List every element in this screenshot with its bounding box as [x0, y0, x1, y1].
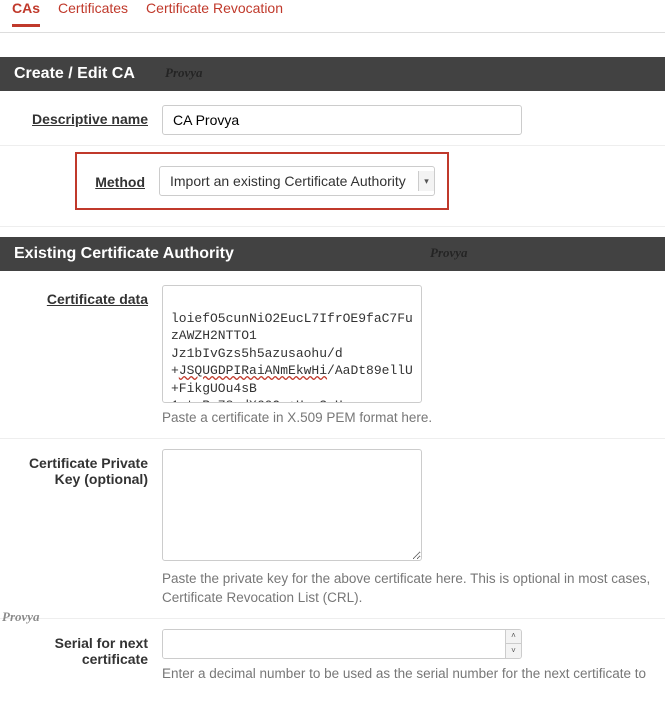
tab-bar: CAs Certificates Certificate Revocation — [0, 0, 665, 33]
method-highlight-box: Method Import an existing Certificate Au… — [75, 152, 449, 210]
watermark-icon: Provya — [430, 245, 468, 261]
descriptive-name-input[interactable] — [162, 105, 522, 135]
certificate-data-textarea[interactable]: loiefO5cunNiO2EucL7IfrOE9faC7FuzAWZH2NTT… — [162, 285, 422, 403]
method-select-value: Import an existing Certificate Authority — [160, 167, 418, 195]
method-label: Method — [77, 172, 159, 190]
panel-existing-ca: Existing Certificate Authority Provya Ce… — [0, 237, 665, 704]
serial-step-up-icon[interactable]: ˄ — [506, 630, 521, 645]
serial-input[interactable] — [163, 630, 505, 658]
descriptive-name-label: Descriptive name — [6, 105, 162, 127]
method-select[interactable]: Import an existing Certificate Authority… — [159, 166, 435, 196]
private-key-textarea[interactable] — [162, 449, 422, 561]
serial-label: Serial for next certificate — [6, 629, 162, 667]
serial-input-wrap: ˄ ˅ — [162, 629, 522, 659]
panel-create-title: Create / Edit CA — [14, 65, 135, 82]
tab-cas[interactable]: CAs — [12, 0, 40, 27]
private-key-label: Certificate Private Key (optional) — [6, 449, 162, 487]
panel-create-edit-ca: Create / Edit CA Provya Descriptive name… — [0, 57, 665, 237]
certificate-data-label: Certificate data — [6, 285, 162, 307]
serial-help: Enter a decimal number to be used as the… — [162, 665, 659, 684]
tab-certificate-revocation[interactable]: Certificate Revocation — [146, 0, 283, 26]
panel-existing-header: Existing Certificate Authority Provya — [0, 237, 665, 271]
watermark-icon: Provya — [165, 65, 203, 81]
serial-step-down-icon[interactable]: ˅ — [506, 644, 521, 658]
private-key-help: Paste the private key for the above cert… — [162, 570, 659, 608]
tab-certificates[interactable]: Certificates — [58, 0, 128, 26]
certificate-data-help: Paste a certificate in X.509 PEM format … — [162, 409, 659, 428]
panel-existing-title: Existing Certificate Authority — [14, 245, 234, 262]
watermark-icon: Provya — [2, 609, 40, 625]
panel-create-header: Create / Edit CA Provya — [0, 57, 665, 91]
chevron-down-icon[interactable]: ▾ — [418, 171, 434, 191]
